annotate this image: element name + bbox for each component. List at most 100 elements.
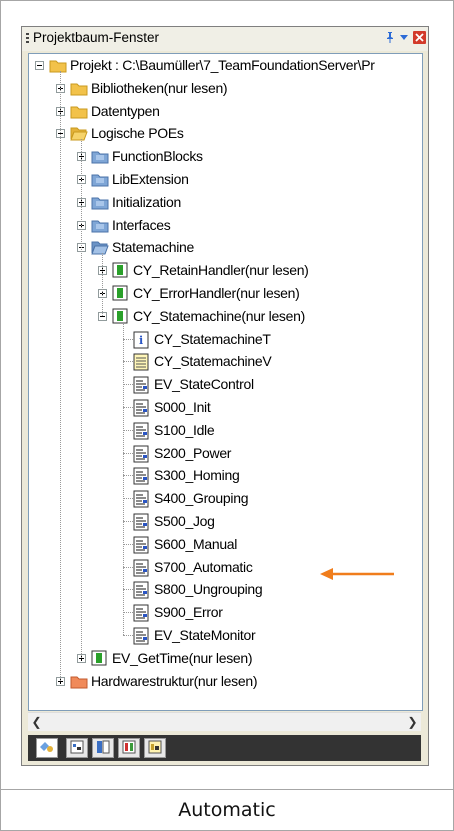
tree-row[interactable]: S900_Error: [29, 601, 422, 623]
tree-item-label: EV_StateControl: [154, 376, 254, 393]
tree-item-label: S500_Jog: [154, 513, 215, 529]
tree-item-label: CY_ErrorHandler(nur lesen): [133, 285, 300, 301]
tree-connector: [123, 543, 133, 545]
close-icon[interactable]: [412, 31, 426, 45]
tree-row[interactable]: Logische POEs: [29, 122, 422, 144]
tree-connector: [123, 521, 133, 522]
tree-row[interactable]: S100_Idle: [29, 419, 422, 441]
tree-row[interactable]: Bibliotheken(nur lesen): [29, 77, 422, 99]
tree-item-label: S800_Ungrouping: [154, 581, 263, 598]
tree-row[interactable]: Hardwarestruktur(nur lesen): [29, 670, 422, 692]
tree-item-label: S700_Automatic: [154, 558, 253, 575]
book-tab-icon[interactable]: [92, 738, 114, 758]
variables-tab-icon[interactable]: [144, 738, 166, 758]
tree-item-label: CY_Statemachine(nur lesen): [133, 307, 305, 324]
view-tab-bar: [28, 735, 421, 761]
tree-item-label: Hardwarestruktur(nur lesen): [91, 672, 258, 689]
tree-item-label: CY_StatemachineT: [154, 330, 271, 347]
tree-connector: [81, 139, 82, 658]
tree-connector: [123, 612, 133, 614]
tree-connector: [123, 452, 133, 454]
tree-row[interactable]: EV_StateMonitor: [29, 624, 422, 646]
tree-row[interactable]: EV_StateControl: [29, 373, 422, 395]
tree-row[interactable]: Statemachine: [29, 236, 422, 258]
tree-item-label: S200_Power: [154, 444, 232, 461]
project-tree[interactable]: Projekt : C:\Baumüller\7_TeamFoundationS…: [28, 53, 423, 711]
tree-row[interactable]: Initialization: [29, 191, 422, 213]
tree-item-label: S100_Idle: [154, 421, 215, 438]
scroll-left-icon[interactable]: ❮: [28, 713, 45, 731]
tree-row[interactable]: Projekt : C:\Baumüller\7_TeamFoundationS…: [29, 54, 422, 76]
tree-row[interactable]: S400_Grouping: [29, 487, 422, 509]
blue-folder-icon: [91, 194, 109, 216]
program-icon: [112, 262, 128, 284]
window-title: Projektbaum-Fenster: [33, 30, 160, 45]
tree-row[interactable]: S500_Jog: [29, 510, 422, 532]
tree-item-label: Datentypen: [91, 102, 160, 119]
tree-row[interactable]: S300_Homing: [29, 464, 422, 486]
tree-connector: [123, 338, 133, 340]
program-icon: [112, 308, 128, 330]
dropdown-icon[interactable]: [397, 31, 411, 45]
horizontal-scrollbar[interactable]: ❮ ❯: [28, 712, 421, 731]
collapse-icon[interactable]: [35, 61, 44, 70]
pin-icon[interactable]: [383, 31, 397, 45]
tree-row[interactable]: S000_Init: [29, 396, 422, 418]
tree-row[interactable]: CY_Statemachine(nur lesen): [29, 305, 422, 327]
project-tree-tab-icon[interactable]: [36, 738, 58, 758]
tree-row[interactable]: CY_StatemachineV: [29, 350, 422, 372]
blue-folder-open-icon: [91, 239, 109, 261]
folder-icon: [70, 103, 88, 125]
tree-connector: [123, 589, 133, 591]
program-icon: [91, 650, 107, 672]
tree-connector: [123, 361, 133, 363]
tree-connector: [102, 253, 103, 316]
tree-item-label: Interfaces: [112, 216, 171, 233]
tree-row[interactable]: EV_GetTime(nur lesen): [29, 647, 422, 669]
tree-connector: [123, 407, 133, 408]
library-tab-icon[interactable]: [66, 738, 88, 758]
tree-row[interactable]: CY_RetainHandler(nur lesen): [29, 259, 422, 281]
folder-icon: [70, 80, 88, 102]
drag-grip-icon[interactable]: [26, 33, 29, 45]
tree-row[interactable]: LibExtension: [29, 168, 422, 190]
tree-row[interactable]: S800_Ungrouping: [29, 578, 422, 600]
tree-item-label: Projekt : C:\Baumüller\7_TeamFoundationS…: [70, 57, 375, 73]
folder-open-icon: [70, 125, 88, 147]
tree-row[interactable]: Interfaces: [29, 214, 422, 236]
tree-item-label: S000_Init: [154, 399, 211, 415]
figure-caption: Automatic: [178, 799, 276, 821]
tree-item-label: Statemachine: [112, 239, 195, 256]
annotation-arrow-icon: [320, 568, 394, 580]
blue-folder-icon: [91, 171, 109, 193]
hardware-folder-icon: [70, 673, 88, 695]
tree-item-label: EV_StateMonitor: [154, 627, 256, 643]
tree-connector: [123, 635, 133, 636]
tree-item-label: FunctionBlocks: [112, 148, 203, 165]
tree-item-label: S900_Error: [154, 604, 223, 621]
color-tab-icon[interactable]: [118, 738, 140, 758]
blue-folder-icon: [91, 217, 109, 239]
tree-row[interactable]: CY_ErrorHandler(nur lesen): [29, 282, 422, 304]
tree-item-label: S400_Grouping: [154, 490, 249, 507]
tree-connector: [123, 498, 133, 500]
title-bar[interactable]: Projektbaum-Fenster: [22, 27, 428, 51]
program-icon: [112, 285, 128, 307]
tree-connector: [123, 321, 124, 635]
tree-connector: [123, 429, 133, 431]
tree-item-label: EV_GetTime(nur lesen): [112, 649, 253, 666]
tree-item-label: LibExtension: [112, 171, 189, 187]
tree-row[interactable]: FunctionBlocks: [29, 145, 422, 167]
tree-connector: [123, 566, 133, 568]
tree-connector: [60, 71, 61, 681]
svg-text:i: i: [139, 334, 143, 347]
folder-icon: [49, 57, 67, 79]
tree-row[interactable]: Datentypen: [29, 100, 422, 122]
tree-row[interactable]: S600_Manual: [29, 533, 422, 555]
scroll-right-icon[interactable]: ❯: [404, 713, 421, 731]
tree-item-label: Bibliotheken(nur lesen): [91, 79, 228, 96]
tree-item-label: CY_RetainHandler(nur lesen): [133, 262, 309, 279]
tree-item-label: Initialization: [112, 193, 181, 210]
tree-row[interactable]: i CY_StatemachineT: [29, 328, 422, 350]
tree-row[interactable]: S200_Power: [29, 442, 422, 464]
